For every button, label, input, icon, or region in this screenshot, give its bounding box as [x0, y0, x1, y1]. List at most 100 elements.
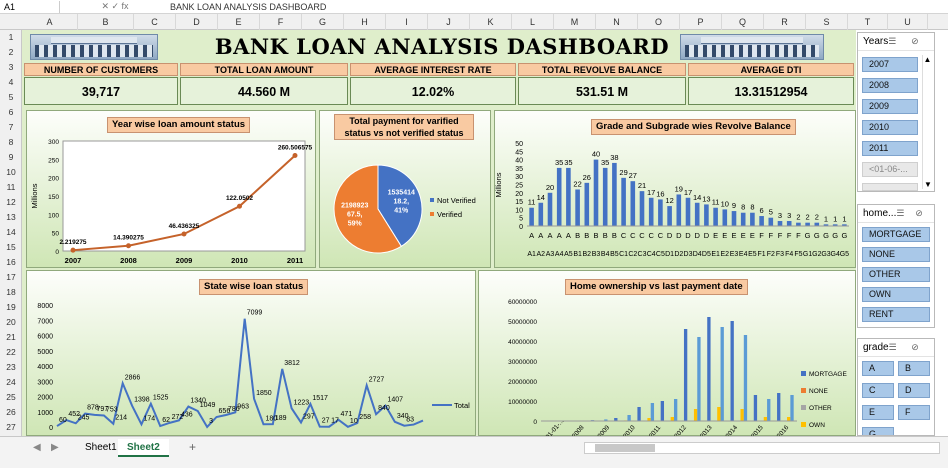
multiselect-icon[interactable]: ☰: [888, 36, 911, 47]
row-header[interactable]: 4: [0, 75, 22, 90]
column-header[interactable]: A: [22, 14, 78, 30]
column-header[interactable]: F: [260, 14, 302, 30]
slicer-item-other[interactable]: OTHER: [862, 267, 930, 282]
row-header[interactable]: 3: [0, 60, 22, 75]
year-chart: 0 50 100 150 200 250 300 Millions 2.219275 2007 14…: [30, 139, 313, 265]
scroll-up-icon[interactable]: ▲: [923, 55, 932, 64]
legend-label: Total: [454, 401, 470, 410]
row-header[interactable]: 8: [0, 135, 22, 150]
tab-sheet2[interactable]: Sheet2: [118, 439, 169, 457]
slicer-item-date-2[interactable]: [862, 183, 918, 191]
row-header[interactable]: 20: [0, 315, 22, 330]
bar: [575, 189, 580, 226]
row-header[interactable]: 16: [0, 255, 22, 270]
years-slicer-scrollbar[interactable]: ▲ ▼: [922, 55, 932, 189]
slicer-item-2010[interactable]: 2010: [862, 120, 918, 135]
add-sheet-button[interactable]: +: [180, 439, 205, 457]
column-header[interactable]: K: [470, 14, 512, 30]
row-header[interactable]: 1: [0, 30, 22, 45]
home-slicer[interactable]: home... ☰ ⊘ MORTGAGE NONE OTHER OWN RENT: [857, 204, 935, 328]
row-header[interactable]: 26: [0, 405, 22, 420]
grade-tick-label: E: [750, 231, 755, 240]
row-header[interactable]: 13: [0, 210, 22, 225]
row-header[interactable]: 15: [0, 240, 22, 255]
row-header[interactable]: 18: [0, 285, 22, 300]
row-header[interactable]: 5: [0, 90, 22, 105]
row-header[interactable]: 23: [0, 360, 22, 375]
horizontal-scrollbar[interactable]: [584, 442, 940, 454]
kpi-value-revolve: 531.51 M: [518, 77, 686, 105]
column-header[interactable]: T: [848, 14, 888, 30]
scroll-down-icon[interactable]: ▼: [923, 180, 933, 189]
column-header[interactable]: M: [554, 14, 596, 30]
column-header[interactable]: B: [78, 14, 134, 30]
row-header[interactable]: 27: [0, 420, 22, 435]
row-header[interactable]: 9: [0, 150, 22, 165]
slicer-item-own[interactable]: OWN: [862, 287, 930, 302]
row-header[interactable]: 11: [0, 180, 22, 195]
slicer-item-rent[interactable]: RENT: [862, 307, 930, 322]
row-header[interactable]: 17: [0, 270, 22, 285]
row-header[interactable]: 10: [0, 165, 22, 180]
slicer-item-2007[interactable]: 2007: [862, 57, 918, 72]
column-header[interactable]: L: [512, 14, 554, 30]
slicer-item-grade-f[interactable]: F: [898, 405, 930, 420]
column-header[interactable]: P: [680, 14, 722, 30]
column-header[interactable]: I: [386, 14, 428, 30]
home-chart-panel[interactable]: Home ownership vs last payment date 0 100…: [478, 270, 856, 437]
slicer-item-date-1[interactable]: <01-06-...: [862, 162, 918, 177]
row-header[interactable]: 22: [0, 345, 22, 360]
column-header[interactable]: C: [134, 14, 176, 30]
formula-input[interactable]: BANK LOAN ANALYSIS DASHBOARD: [170, 2, 326, 12]
column-header[interactable]: U: [888, 14, 928, 30]
subgrade-tick-label: B2: [583, 251, 592, 258]
row-header[interactable]: 19: [0, 300, 22, 315]
column-header[interactable]: R: [764, 14, 806, 30]
clear-filter-icon[interactable]: ⊘: [911, 342, 934, 353]
row-header[interactable]: 24: [0, 375, 22, 390]
row-header[interactable]: 25: [0, 390, 22, 405]
formula-buttons[interactable]: ✕ ✓ fx: [60, 1, 170, 12]
slicer-item-mortgage[interactable]: MORTGAGE: [862, 227, 930, 242]
slicer-item-grade-e[interactable]: E: [862, 405, 894, 420]
years-slicer[interactable]: Years ☰ ⊘ 2007 2008 2009 2010 2011 <01-06-…: [857, 32, 935, 192]
state-chart-panel[interactable]: State wise loan status 0 1000 2000 3000 4000…: [26, 270, 476, 436]
column-header[interactable]: J: [428, 14, 470, 30]
scrollbar-thumb[interactable]: [595, 444, 655, 452]
slicer-item-grade-b[interactable]: B: [898, 361, 930, 376]
row-header[interactable]: 7: [0, 120, 22, 135]
row-header[interactable]: 2: [0, 45, 22, 60]
column-header[interactable]: N: [596, 14, 638, 30]
slicer-item-2008[interactable]: 2008: [862, 78, 918, 93]
clear-filter-icon[interactable]: ⊘: [915, 208, 934, 219]
column-header[interactable]: O: [638, 14, 680, 30]
slicer-item-2011[interactable]: 2011: [862, 141, 918, 156]
column-header[interactable]: H: [344, 14, 386, 30]
clear-filter-icon[interactable]: ⊘: [911, 36, 934, 47]
slicer-item-grade-a[interactable]: A: [862, 361, 894, 376]
column-header[interactable]: D: [176, 14, 218, 30]
name-box[interactable]: A1: [0, 0, 60, 13]
column-header[interactable]: G: [302, 14, 344, 30]
row-header[interactable]: 14: [0, 225, 22, 240]
multiselect-icon[interactable]: ☰: [889, 342, 912, 353]
column-header[interactable]: S: [806, 14, 848, 30]
multiselect-icon[interactable]: ☰: [896, 208, 915, 219]
slicer-item-grade-g[interactable]: G: [862, 427, 894, 435]
grade-slicer[interactable]: grade ☰ ⊘ A B C D E F G: [857, 338, 935, 436]
slicer-item-grade-d[interactable]: D: [898, 383, 930, 398]
grade-chart-panel[interactable]: Grade and Subgrade wies Revolve Balance …: [494, 110, 856, 268]
slicer-item-2009[interactable]: 2009: [862, 99, 918, 114]
slicer-item-grade-c[interactable]: C: [862, 383, 894, 398]
pie-chart-panel[interactable]: Total payment for varified status vs not…: [319, 110, 491, 268]
tab-scroll-right-icon[interactable]: ▶: [42, 439, 68, 457]
row-header[interactable]: 21: [0, 330, 22, 345]
slicer-item-none[interactable]: NONE: [862, 247, 930, 262]
column-header[interactable]: E: [218, 14, 260, 30]
slice-label: 2198923: [341, 203, 368, 210]
row-header[interactable]: 6: [0, 105, 22, 120]
row-header[interactable]: 12: [0, 195, 22, 210]
column-header[interactable]: Q: [722, 14, 764, 30]
year-chart-panel[interactable]: Year wise loan amount status 0 50 100 150 20…: [26, 110, 316, 268]
data-label: 471: [341, 411, 353, 418]
